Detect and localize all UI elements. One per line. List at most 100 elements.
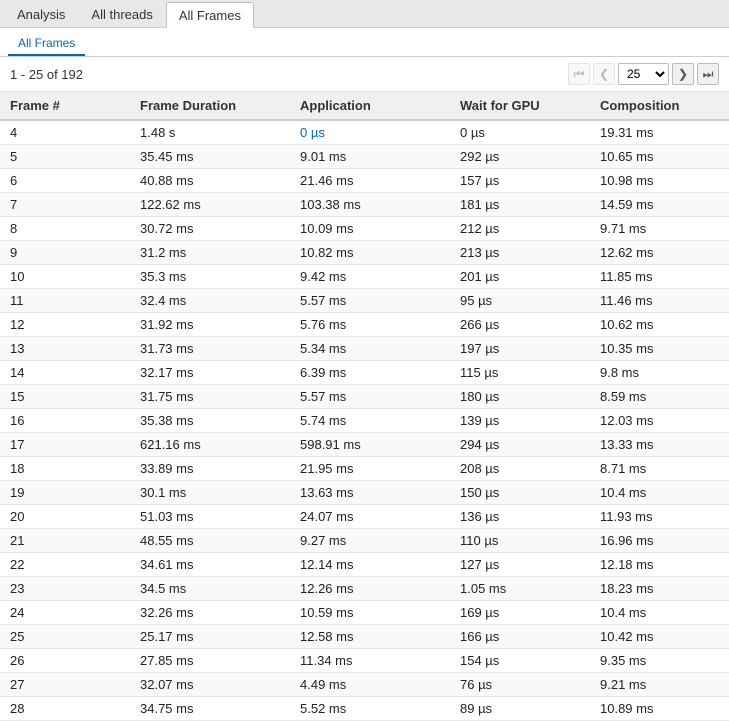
table-cell: 32.26 ms <box>130 601 290 625</box>
table-cell: 19.31 ms <box>590 120 729 145</box>
tab-bar: Analysis All threads All Frames <box>0 0 729 28</box>
table-row[interactable]: 535.45 ms9.01 ms292 µs10.65 ms <box>0 145 729 169</box>
table-cell: 212 µs <box>450 217 590 241</box>
sub-tab-all-frames[interactable]: All Frames <box>8 32 85 56</box>
table-cell: 10.4 ms <box>590 601 729 625</box>
table-cell: 12.14 ms <box>290 553 450 577</box>
table-cell: 5.74 ms <box>290 409 450 433</box>
table-cell: 32.4 ms <box>130 289 290 313</box>
table-cell: 21.46 ms <box>290 169 450 193</box>
table-cell: 181 µs <box>450 193 590 217</box>
table-cell: 208 µs <box>450 457 590 481</box>
table-cell: 9.71 ms <box>590 217 729 241</box>
table-row[interactable]: 1930.1 ms13.63 ms150 µs10.4 ms <box>0 481 729 505</box>
table-cell: 31.73 ms <box>130 337 290 361</box>
table-row[interactable]: 1635.38 ms5.74 ms139 µs12.03 ms <box>0 409 729 433</box>
table-row[interactable]: 2051.03 ms24.07 ms136 µs11.93 ms <box>0 505 729 529</box>
table-cell: 34.5 ms <box>130 577 290 601</box>
table-cell: 18.23 ms <box>590 577 729 601</box>
table-cell: 21 <box>0 529 130 553</box>
table-cell: 15 <box>0 385 130 409</box>
table-cell: 0 µs <box>290 120 450 145</box>
table-row[interactable]: 1531.75 ms5.57 ms180 µs8.59 ms <box>0 385 729 409</box>
table-cell: 20 <box>0 505 130 529</box>
table-row[interactable]: 640.88 ms21.46 ms157 µs10.98 ms <box>0 169 729 193</box>
table-cell: 33.89 ms <box>130 457 290 481</box>
table-row[interactable]: 2334.5 ms12.26 ms1.05 ms18.23 ms <box>0 577 729 601</box>
table-row[interactable]: 1331.73 ms5.34 ms197 µs10.35 ms <box>0 337 729 361</box>
table-cell: 18 <box>0 457 130 481</box>
table-cell: 11.34 ms <box>290 649 450 673</box>
table-row[interactable]: 2627.85 ms11.34 ms154 µs9.35 ms <box>0 649 729 673</box>
table-cell: 5.34 ms <box>290 337 450 361</box>
table-cell: 12.18 ms <box>590 553 729 577</box>
table-cell: 115 µs <box>450 361 590 385</box>
table-row[interactable]: 1432.17 ms6.39 ms115 µs9.8 ms <box>0 361 729 385</box>
table-row[interactable]: 7122.62 ms103.38 ms181 µs14.59 ms <box>0 193 729 217</box>
table-row[interactable]: 2432.26 ms10.59 ms169 µs10.4 ms <box>0 601 729 625</box>
table-cell: 14.59 ms <box>590 193 729 217</box>
last-page-button[interactable]: ⏭ <box>697 63 719 85</box>
table-cell: 9.21 ms <box>590 673 729 697</box>
table-row[interactable]: 1035.3 ms9.42 ms201 µs11.85 ms <box>0 265 729 289</box>
table-cell: 24.07 ms <box>290 505 450 529</box>
tab-all-frames[interactable]: All Frames <box>166 2 254 28</box>
table-cell: 89 µs <box>450 697 590 721</box>
per-page-select[interactable]: 25 10 50 100 <box>618 63 669 85</box>
table-row[interactable]: 1132.4 ms5.57 ms95 µs11.46 ms <box>0 289 729 313</box>
table-cell: 13.33 ms <box>590 433 729 457</box>
first-page-button[interactable]: ⏮ <box>568 63 590 85</box>
table-cell: 9.35 ms <box>590 649 729 673</box>
table-cell: 32.07 ms <box>130 673 290 697</box>
col-header-duration[interactable]: Frame Duration <box>130 92 290 120</box>
table-cell: 8 <box>0 217 130 241</box>
table-row[interactable]: 2834.75 ms5.52 ms89 µs10.89 ms <box>0 697 729 721</box>
tab-analysis[interactable]: Analysis <box>4 1 78 27</box>
table-row[interactable]: 41.48 s0 µs0 µs19.31 ms <box>0 120 729 145</box>
table-row[interactable]: 2525.17 ms12.58 ms166 µs10.42 ms <box>0 625 729 649</box>
table-cell: 213 µs <box>450 241 590 265</box>
table-row[interactable]: 1231.92 ms5.76 ms266 µs10.62 ms <box>0 313 729 337</box>
table-cell: 10.89 ms <box>590 697 729 721</box>
table-cell: 11 <box>0 289 130 313</box>
table-cell: 8.71 ms <box>590 457 729 481</box>
sub-tab-bar: All Frames <box>0 28 729 57</box>
table-row[interactable]: 931.2 ms10.82 ms213 µs12.62 ms <box>0 241 729 265</box>
table-cell: 154 µs <box>450 649 590 673</box>
table-cell: 95 µs <box>450 289 590 313</box>
table-cell: 9.8 ms <box>590 361 729 385</box>
table-cell: 30.1 ms <box>130 481 290 505</box>
table-cell: 19 <box>0 481 130 505</box>
table-cell: 1.48 s <box>130 120 290 145</box>
table-cell: 136 µs <box>450 505 590 529</box>
table-row[interactable]: 17621.16 ms598.91 ms294 µs13.33 ms <box>0 433 729 457</box>
tab-all-threads[interactable]: All threads <box>78 1 165 27</box>
table-row[interactable]: 1833.89 ms21.95 ms208 µs8.71 ms <box>0 457 729 481</box>
table-row[interactable]: 2148.55 ms9.27 ms110 µs16.96 ms <box>0 529 729 553</box>
table-cell: 6 <box>0 169 130 193</box>
table-cell: 5.57 ms <box>290 289 450 313</box>
table-cell: 10.82 ms <box>290 241 450 265</box>
table-cell: 10.98 ms <box>590 169 729 193</box>
table-row[interactable]: 2732.07 ms4.49 ms76 µs9.21 ms <box>0 673 729 697</box>
table-cell: 31.75 ms <box>130 385 290 409</box>
table-cell: 9.42 ms <box>290 265 450 289</box>
table-cell: 35.38 ms <box>130 409 290 433</box>
table-row[interactable]: 2234.61 ms12.14 ms127 µs12.18 ms <box>0 553 729 577</box>
table-cell: 31.92 ms <box>130 313 290 337</box>
col-header-composition[interactable]: Composition <box>590 92 729 120</box>
table-cell: 9 <box>0 241 130 265</box>
table-cell: 30.72 ms <box>130 217 290 241</box>
table-row[interactable]: 830.72 ms10.09 ms212 µs9.71 ms <box>0 217 729 241</box>
table-cell: 166 µs <box>450 625 590 649</box>
table-cell: 34.75 ms <box>130 697 290 721</box>
table-cell: 12.58 ms <box>290 625 450 649</box>
table-cell: 26 <box>0 649 130 673</box>
table-cell: 103.38 ms <box>290 193 450 217</box>
col-header-frame[interactable]: Frame # <box>0 92 130 120</box>
prev-page-button[interactable]: ❮ <box>593 63 615 85</box>
col-header-application[interactable]: Application <box>290 92 450 120</box>
col-header-wait-gpu[interactable]: Wait for GPU <box>450 92 590 120</box>
table-cell: 10.09 ms <box>290 217 450 241</box>
next-page-button[interactable]: ❯ <box>672 63 694 85</box>
